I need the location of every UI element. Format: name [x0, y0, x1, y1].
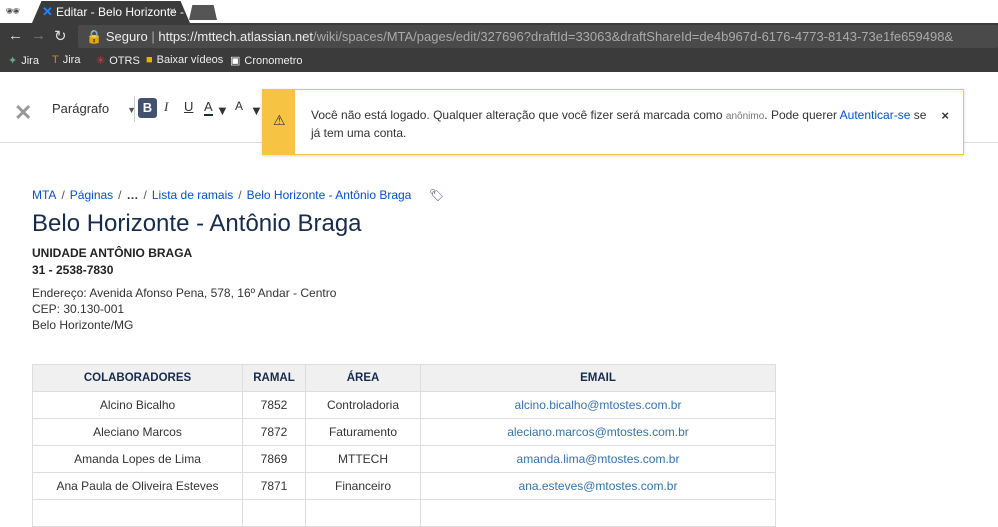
unit-heading[interactable]: UNIDADE ANTÔNIO BRAGA 31 - 2538-7830: [32, 245, 192, 279]
url-path: /wiki/spaces/MTA/pages/edit/327696?draft…: [313, 29, 954, 44]
cell-name[interactable]: Aleciano Marcos: [32, 418, 243, 446]
table-row: [32, 499, 776, 527]
cell-email[interactable]: amanda.lima@mtostes.com.br: [420, 445, 776, 473]
cell-email[interactable]: aleciano.marcos@mtostes.com.br: [420, 418, 776, 446]
chevron-down-icon[interactable]: ▼: [216, 103, 229, 118]
cell-ramal[interactable]: 7852: [242, 391, 306, 419]
header-ramal[interactable]: RAMAL: [242, 364, 306, 392]
tab-title: Editar - Belo Horizonte -: [56, 5, 185, 19]
cell-name[interactable]: [32, 499, 243, 527]
unit-phone: 31 - 2538-7830: [32, 263, 114, 277]
cell-area[interactable]: MTTECH: [305, 445, 421, 473]
close-icon[interactable]: ×: [941, 108, 949, 123]
breadcrumb-current[interactable]: Belo Horizonte - Antônio Braga: [247, 188, 412, 202]
table-row: Aleciano Marcos 7872 Faturamento aleciano.m…: [32, 418, 776, 446]
address-bar-row: ← → ↻ 🔒 Seguro | https://mttech.atlassia…: [0, 23, 998, 50]
table-header-row: COLABORADORES RAMAL ÁREA EMAIL: [32, 364, 776, 392]
cep: CEP: 30.130-001: [32, 302, 125, 316]
page-title[interactable]: Belo Horizonte - Antônio Braga: [32, 210, 362, 238]
cell-email[interactable]: ana.esteves@mtostes.com.br: [420, 472, 776, 500]
close-tab-icon[interactable]: ×: [169, 4, 176, 18]
address-block[interactable]: Endereço: Avenida Afonso Pena, 578, 16º …: [32, 285, 336, 333]
tag-icon[interactable]: 🏷: [429, 188, 444, 202]
cell-area[interactable]: [305, 499, 421, 527]
warning-icon: ⚠: [273, 112, 286, 128]
warning-message: Você não está logado. Qualquer alteração…: [311, 108, 927, 140]
reload-icon[interactable]: ↻: [54, 27, 67, 45]
cell-area[interactable]: Financeiro: [305, 472, 421, 500]
incognito-icon: 🕶: [5, 4, 21, 18]
login-link[interactable]: Autenticar-se: [840, 108, 911, 122]
tab-strip: 🕶 ✕ Editar - Belo Horizonte - ×: [0, 0, 998, 23]
cell-ramal[interactable]: 7869: [242, 445, 306, 473]
table-row: Alcino Bicalho 7852 Controladoria alcino.bi…: [32, 391, 776, 419]
cell-name[interactable]: Alcino Bicalho: [32, 391, 243, 419]
underline-button[interactable]: U: [184, 99, 193, 114]
cell-email[interactable]: [420, 499, 776, 527]
breadcrumb-lista-ramais[interactable]: Lista de ramais: [152, 188, 233, 202]
bookmark-jira-2[interactable]: T Jira: [52, 54, 80, 66]
secure-label: Seguro: [105, 29, 148, 44]
chevron-down-icon[interactable]: ▼: [250, 103, 263, 118]
breadcrumb-mta[interactable]: MTA: [32, 188, 56, 202]
divider: [134, 96, 135, 122]
cell-email[interactable]: alcino.bicalho@mtostes.com.br: [420, 391, 776, 419]
confluence-logo-icon[interactable]: ✕: [14, 100, 32, 126]
url-host: https://mttech.atlassian.net: [158, 29, 313, 44]
back-icon[interactable]: ←: [8, 27, 23, 44]
header-email[interactable]: EMAIL: [420, 364, 776, 392]
cell-ramal[interactable]: 7872: [242, 418, 306, 446]
table-row: Ana Paula de Oliveira Esteves 7871 Finance…: [32, 472, 776, 500]
extensions-table: COLABORADORES RAMAL ÁREA EMAIL Alcino Bi…: [32, 364, 776, 527]
cell-name[interactable]: Amanda Lopes de Lima: [32, 445, 243, 473]
paragraph-style-dropdown[interactable]: Parágrafo ▼: [52, 101, 136, 116]
bookmark-baixar-videos[interactable]: ■ Baixar vídeos: [146, 54, 223, 66]
bookmark-otrs[interactable]: ✳ OTRS: [96, 54, 140, 67]
breadcrumb-ellipsis[interactable]: …: [127, 188, 139, 202]
new-tab-button[interactable]: [189, 5, 217, 20]
confluence-icon: ✕: [42, 4, 53, 19]
cell-ramal[interactable]: 7871: [242, 472, 306, 500]
breadcrumb-paginas[interactable]: Páginas: [70, 188, 113, 202]
clear-format-button[interactable]: A: [235, 99, 243, 113]
cell-name[interactable]: Ana Paula de Oliveira Esteves: [32, 472, 243, 500]
text-color-button[interactable]: A: [204, 99, 213, 116]
header-colaboradores[interactable]: COLABORADORES: [32, 364, 243, 392]
cell-area[interactable]: Controladoria: [305, 391, 421, 419]
forward-icon[interactable]: →: [31, 27, 46, 44]
lock-icon: 🔒: [86, 29, 103, 44]
cell-ramal[interactable]: [242, 499, 306, 527]
table-row: Amanda Lopes de Lima 7869 MTTECH amanda.lim…: [32, 445, 776, 473]
italic-button[interactable]: I: [164, 99, 168, 115]
anonymous-warning-banner: ⚠ Você não está logado. Qualquer alteraç…: [262, 89, 964, 155]
bold-button[interactable]: B: [138, 98, 157, 118]
address: Endereço: Avenida Afonso Pena, 578, 16º …: [32, 286, 337, 300]
browser-tab[interactable]: ✕ Editar - Belo Horizonte - ×: [32, 1, 190, 23]
unit-name: UNIDADE ANTÔNIO BRAGA: [32, 246, 193, 260]
url-input[interactable]: 🔒 Seguro | https://mttech.atlassian.net/…: [78, 25, 998, 48]
bookmarks-bar: ✦ Jira T Jira ✳ OTRS ■ Baixar vídeos ▣ Cronom…: [0, 50, 998, 72]
cell-area[interactable]: Faturamento: [305, 418, 421, 446]
header-area[interactable]: ÁREA: [305, 364, 421, 392]
bookmark-jira-1[interactable]: ✦ Jira: [8, 54, 39, 67]
bookmark-cronometro[interactable]: ▣ Cronometro: [230, 54, 302, 67]
breadcrumb: MTA / Páginas /… / Lista de ramais / Belo Horiz…: [32, 188, 444, 202]
city: Belo Horizonte/MG: [32, 318, 134, 332]
